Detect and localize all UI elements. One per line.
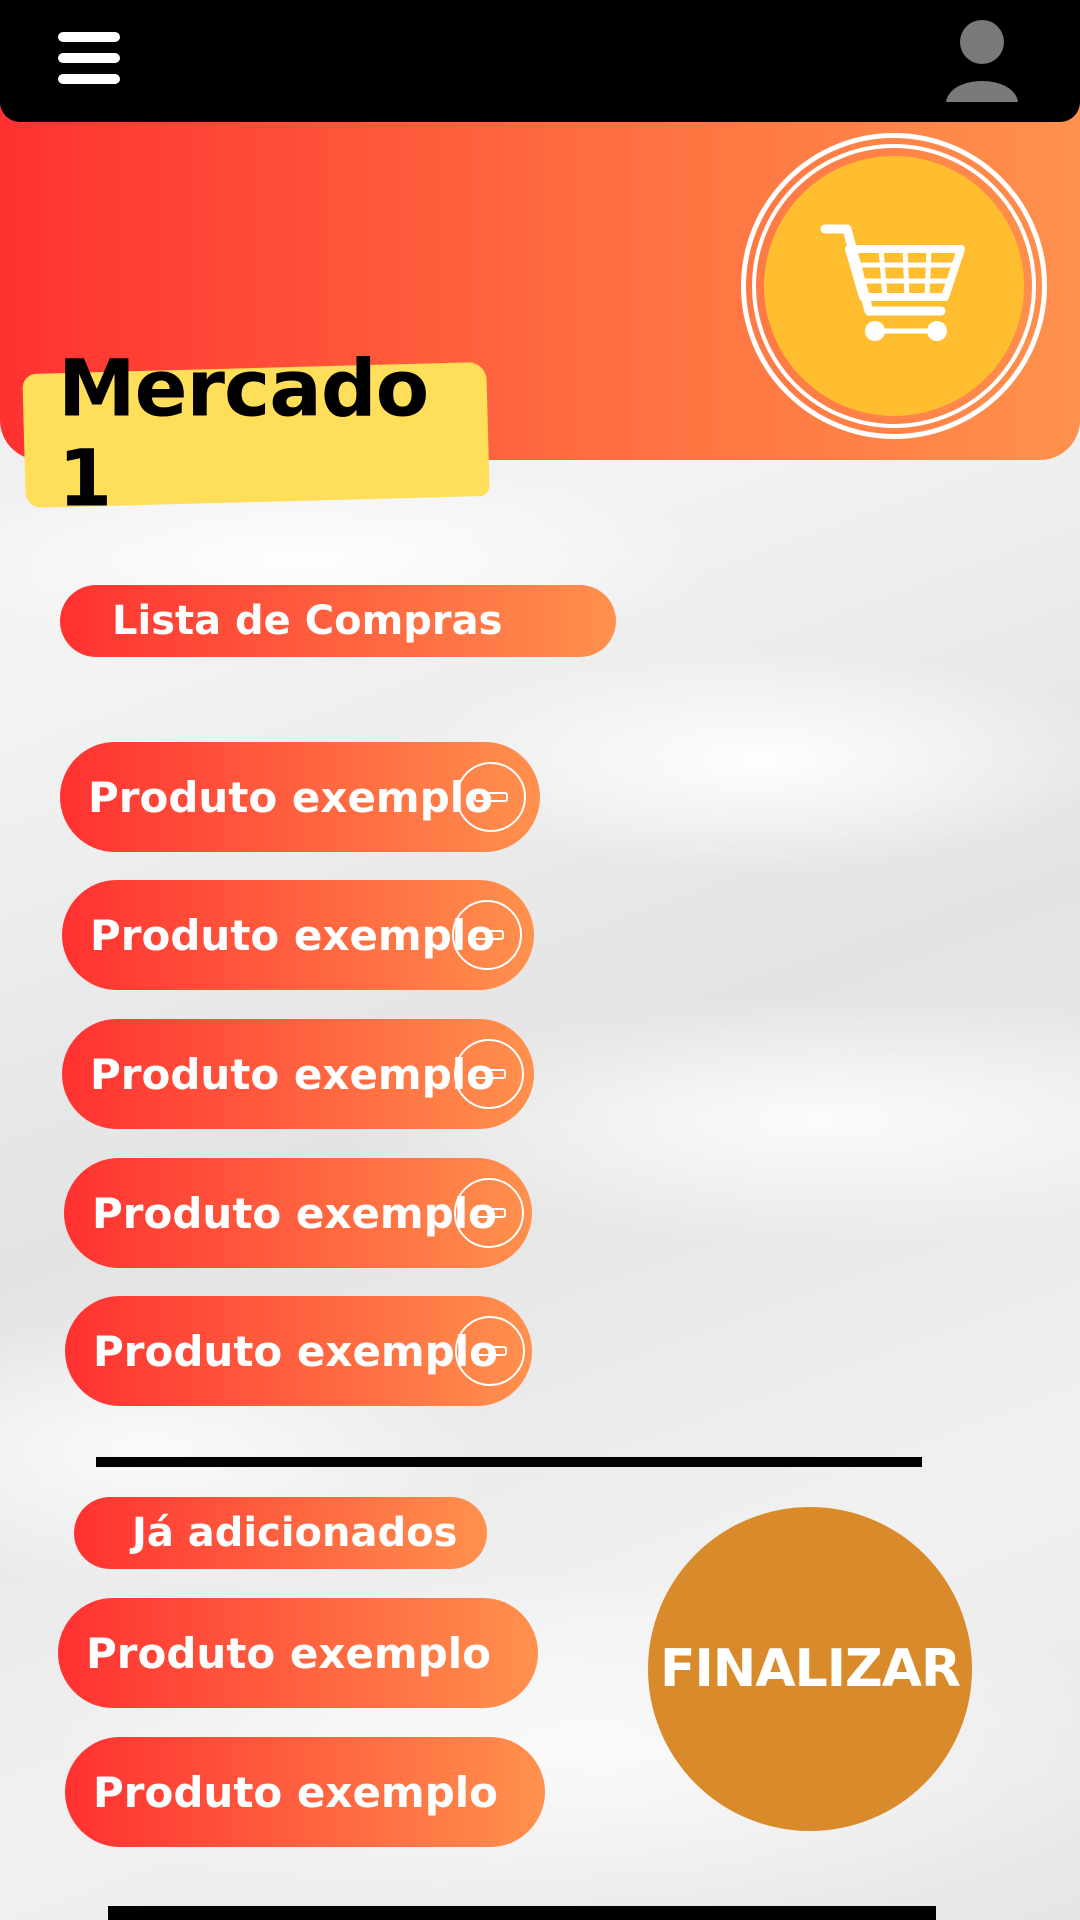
list-item[interactable]: Produto exemplo — [62, 1019, 534, 1129]
added-item[interactable]: Produto exemplo — [65, 1737, 545, 1847]
list-item[interactable]: Produto exemplo — [64, 1158, 532, 1268]
product-name: Produto exemplo — [93, 1326, 499, 1376]
top-bar — [0, 0, 1080, 122]
list-item[interactable]: Produto exemplo — [65, 1296, 532, 1406]
finalize-button[interactable]: FINALIZAR — [648, 1507, 972, 1831]
finalize-label: FINALIZAR — [659, 1639, 961, 1699]
minus-circle-icon[interactable] — [454, 1039, 524, 1109]
menu-line — [58, 32, 120, 42]
shopping-list-label-text: Lista de Compras — [112, 598, 503, 644]
shopping-cart-icon — [820, 224, 965, 341]
hamburger-menu-icon[interactable] — [58, 30, 120, 86]
store-title-tag: Mercado 1 — [22, 345, 490, 525]
minus-circle-icon[interactable] — [452, 900, 522, 970]
user-avatar-icon[interactable] — [944, 18, 1020, 106]
cart-badge — [764, 156, 1024, 416]
product-name: Produto exemplo — [90, 910, 496, 960]
list-item[interactable]: Produto exemplo — [62, 880, 534, 990]
product-name: Produto exemplo — [90, 1049, 496, 1099]
cart-ring — [752, 144, 1036, 428]
cart-button[interactable] — [741, 133, 1047, 439]
section-divider — [96, 1457, 922, 1467]
product-name: Produto exemplo — [93, 1767, 499, 1817]
minus-circle-icon[interactable] — [455, 1316, 525, 1386]
bottom-divider — [108, 1906, 936, 1920]
product-name: Produto exemplo — [88, 772, 494, 822]
product-name: Produto exemplo — [92, 1188, 498, 1238]
menu-line — [58, 74, 120, 84]
menu-line — [58, 53, 120, 63]
added-label-text: Já adicionados — [132, 1510, 458, 1556]
product-name: Produto exemplo — [86, 1628, 492, 1678]
minus-circle-icon[interactable] — [456, 762, 526, 832]
list-item[interactable]: Produto exemplo — [60, 742, 540, 852]
added-label: Já adicionados — [74, 1497, 487, 1569]
added-item[interactable]: Produto exemplo — [58, 1598, 538, 1708]
shopping-list-label: Lista de Compras — [60, 585, 616, 657]
store-title: Mercado 1 — [57, 344, 429, 525]
minus-circle-icon[interactable] — [454, 1178, 524, 1248]
